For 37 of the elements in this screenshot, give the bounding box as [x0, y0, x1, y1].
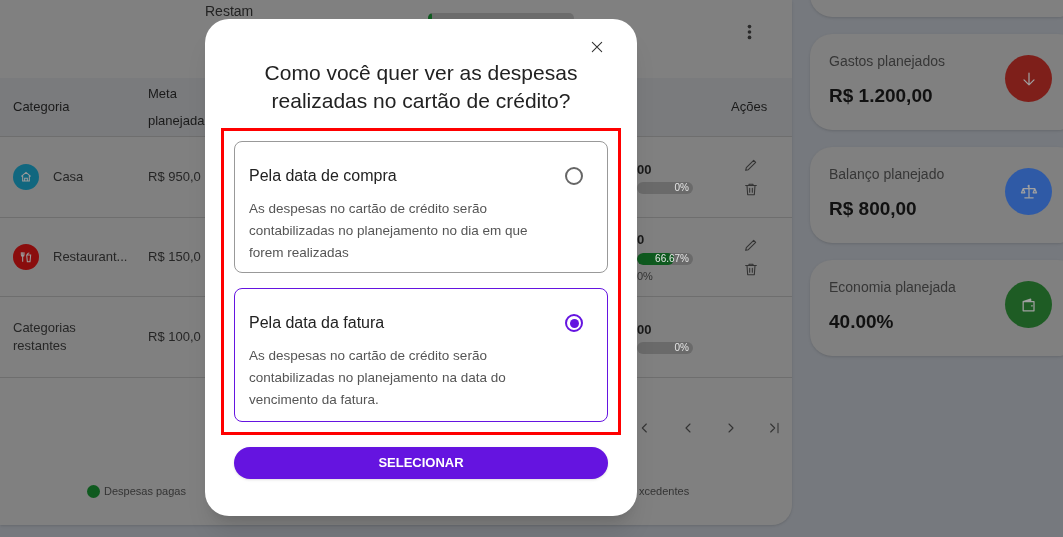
- amount: 00: [637, 320, 652, 339]
- card-label: Economia planejada: [829, 278, 956, 297]
- option-card[interactable]: Pela data da fatura As despesas no cartão de crédito serão contabilizadas no planejamento na data do vencimento da fatura.: [234, 288, 608, 422]
- bar-label: 0%: [674, 342, 689, 355]
- legend-label: xcedentes: [639, 484, 690, 499]
- category-name: Categorias restantes: [13, 319, 77, 355]
- percent-note: 0%: [637, 268, 653, 284]
- close-icon[interactable]: [589, 39, 605, 55]
- column-header: Categoria: [12, 98, 70, 117]
- bar-label: 0%: [674, 182, 689, 195]
- option-description: As despesas no cartão de crédito serão contabilizadas no planejamento no dia em que forem realizadas: [249, 200, 529, 262]
- column-header: Meta planejada: [148, 85, 205, 130]
- card-value: R$ 800,00: [829, 197, 917, 221]
- card-label: Balanço planejado: [829, 165, 945, 184]
- option-title: Pela data de compra: [249, 166, 397, 186]
- goal-amount: R$ 950,0: [148, 168, 201, 187]
- card-value: R$ 1.200,00: [829, 84, 933, 108]
- goal-amount: R$ 100,0: [148, 328, 201, 347]
- card-value: 40.00%: [829, 310, 894, 334]
- amount: 0: [637, 231, 645, 249]
- select-button[interactable]: SELECIONAR: [234, 447, 608, 479]
- kebab-menu-icon[interactable]: [747, 24, 752, 40]
- option-card[interactable]: Pela data de compra As despesas no cartão de crédito serão contabilizadas no planejamento no dia em que forem realizadas: [234, 141, 608, 273]
- amount: 00: [637, 160, 652, 179]
- legend-label: Despesas pagas: [104, 484, 186, 499]
- option-description: As despesas no cartão de crédito serão contabilizadas no planejamento na data do vencimento da fatura.: [249, 347, 507, 409]
- category-name: Casa: [53, 168, 85, 186]
- goal-amount: R$ 150,0: [148, 248, 201, 267]
- card-label: Gastos planejados: [829, 52, 945, 71]
- radio-button[interactable]: [565, 314, 583, 332]
- dialog-title: Como você quer ver as despesas realizadas no cartão de crédito?: [263, 60, 579, 114]
- option-title: Pela data da fatura: [249, 313, 385, 333]
- category-name: Restaurant...: [53, 248, 129, 266]
- bar-label: 66.67%: [655, 252, 689, 265]
- remaining-label: Restam: [205, 2, 254, 21]
- column-header: Ações: [730, 98, 768, 117]
- radio-button[interactable]: [565, 167, 583, 185]
